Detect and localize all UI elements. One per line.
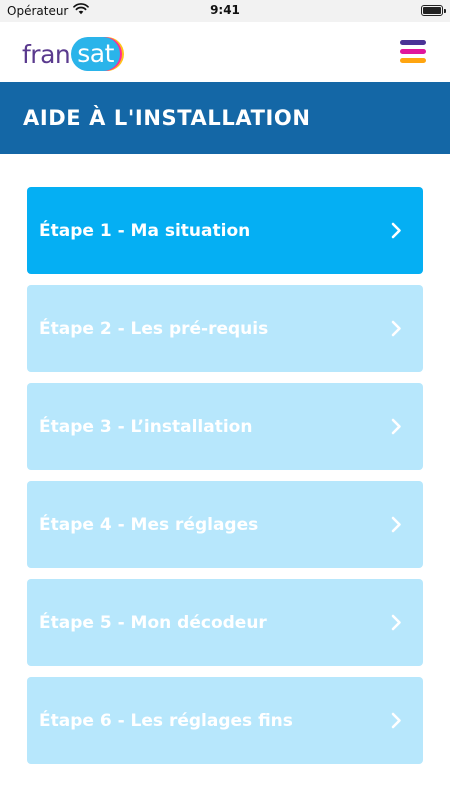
chevron-right-icon [389,222,403,239]
logo-text-sat: sat [71,37,120,71]
chevron-right-icon [389,418,403,435]
chevron-right-icon [389,516,403,533]
logo-text-fran: fran [22,39,71,69]
chevron-right-icon [389,320,403,337]
step-2-button[interactable]: Étape 2 - Les pré-requis [27,285,423,372]
step-label: Étape 5 - Mon décodeur [39,612,267,633]
step-5-button[interactable]: Étape 5 - Mon décodeur [27,579,423,666]
battery-icon [421,5,446,16]
chevron-right-icon [389,614,403,631]
fransat-logo[interactable]: fran sat [22,34,120,74]
step-label: Étape 6 - Les réglages fins [39,710,293,731]
step-1-button[interactable]: Étape 1 - Ma situation [27,187,423,274]
page-title-banner: AIDE À L'INSTALLATION [0,82,450,154]
page-title: AIDE À L'INSTALLATION [23,106,311,130]
chevron-right-icon [389,712,403,729]
step-label: Étape 4 - Mes réglages [39,514,259,535]
step-3-button[interactable]: Étape 3 - L’installation [27,383,423,470]
step-label: Étape 3 - L’installation [39,416,253,437]
step-label: Étape 1 - Ma situation [39,220,251,241]
steps-list: Étape 1 - Ma situation Étape 2 - Les pré… [0,154,450,764]
step-label: Étape 2 - Les pré-requis [39,318,269,339]
hamburger-menu-icon[interactable] [400,39,428,65]
app-header: fran sat [0,22,450,82]
step-4-button[interactable]: Étape 4 - Mes réglages [27,481,423,568]
step-6-button[interactable]: Étape 6 - Les réglages fins [27,677,423,764]
status-time: 9:41 [210,3,240,17]
status-bar: Opérateur 9:41 [0,0,450,22]
